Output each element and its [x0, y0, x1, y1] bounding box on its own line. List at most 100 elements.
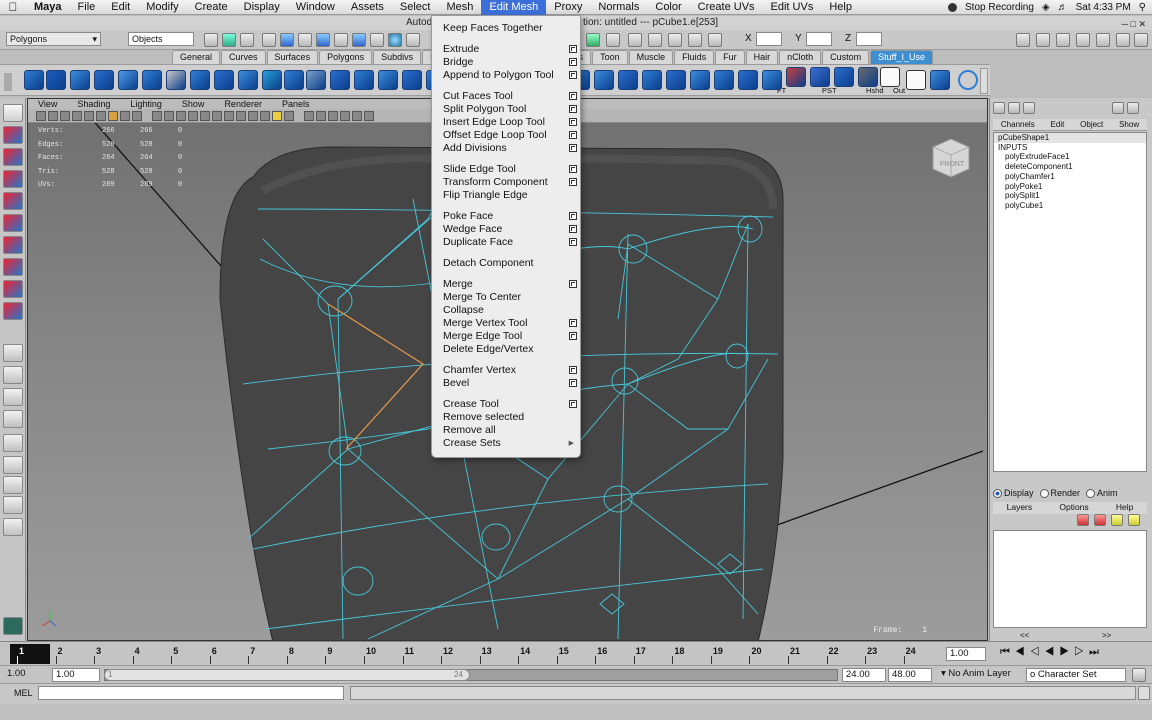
clock[interactable]: Sat 4:33 PM: [1076, 2, 1131, 13]
outliner-icon[interactable]: [1096, 33, 1110, 47]
shelf-tab-polygons[interactable]: Polygons: [319, 50, 373, 64]
center-pivot-icon[interactable]: [810, 67, 830, 87]
layout-custom3-icon[interactable]: [3, 496, 23, 514]
menuitem-merge-vertex-tool[interactable]: Merge Vertex Tool: [432, 317, 580, 330]
new-layer-icon[interactable]: [1077, 514, 1089, 526]
option-box-icon[interactable]: [569, 118, 577, 126]
viewport-tool-24-icon[interactable]: [328, 111, 338, 121]
layer-nav-next[interactable]: >>: [1102, 631, 1111, 640]
character-set-dropdown[interactable]: o Character Set: [1026, 668, 1126, 682]
menuitem-chamfer-vertex[interactable]: Chamfer Vertex: [432, 364, 580, 377]
snap-plane-icon[interactable]: [316, 33, 330, 47]
layer-nav-prev[interactable]: <<: [1020, 631, 1029, 640]
channel-input-node[interactable]: polyPoke1: [994, 182, 1146, 192]
channel-box-icon[interactable]: [1056, 33, 1070, 47]
viewport-tool-18-icon[interactable]: [248, 111, 258, 121]
menuitem-append-to-polygon-tool[interactable]: Append to Polygon Tool: [432, 69, 580, 82]
menuitem-wedge-face[interactable]: Wedge Face: [432, 223, 580, 236]
paint-select-icon[interactable]: [3, 148, 23, 166]
viewport-tool-4-icon[interactable]: [72, 111, 82, 121]
shelf-scrollbar[interactable]: [980, 68, 988, 94]
viewport-menu-view[interactable]: View: [28, 99, 67, 109]
channel-menu-edit[interactable]: Edit: [1051, 119, 1065, 130]
duplicate-face-icon[interactable]: [618, 70, 638, 90]
menuitem-insert-edge-loop-tool[interactable]: Insert Edge Loop Tool: [432, 116, 580, 129]
option-box-icon[interactable]: [569, 144, 577, 152]
viewport-tool-1-icon[interactable]: [36, 111, 46, 121]
menu-mesh[interactable]: Mesh: [438, 0, 481, 15]
mel-label[interactable]: MEL: [14, 688, 33, 698]
sidebar-toggle-icon[interactable]: [586, 33, 600, 47]
shelf-tab-stuff-i-use[interactable]: Stuff_I_Use: [870, 50, 934, 64]
menuitem-bevel[interactable]: Bevel: [432, 377, 580, 390]
viewport-tool-19-icon[interactable]: [260, 111, 270, 121]
viewport-tool-21-icon[interactable]: [284, 111, 294, 121]
option-box-icon[interactable]: [569, 238, 577, 246]
menuitem-delete-edge-vertex[interactable]: Delete Edge/Vertex: [432, 343, 580, 356]
select-hierarchy-icon[interactable]: [204, 33, 218, 47]
hypershade-shelf-icon[interactable]: [930, 70, 950, 90]
menuitem-detach-component[interactable]: Detach Component: [432, 257, 580, 270]
circle-select-icon[interactable]: [958, 70, 978, 90]
append-polygon-icon[interactable]: [94, 70, 114, 90]
playback-end-field[interactable]: 24.00: [842, 668, 886, 682]
freeze-transform-icon[interactable]: [786, 67, 806, 87]
viewport-menu-shading[interactable]: Shading: [67, 99, 120, 109]
single-view-icon[interactable]: [3, 344, 23, 362]
spotlight-search-icon[interactable]: ⚲: [1139, 2, 1146, 13]
menu-app[interactable]: Maya: [26, 0, 70, 15]
crease-icon[interactable]: [714, 70, 734, 90]
harden-edge-icon[interactable]: [284, 70, 304, 90]
layer-list[interactable]: [993, 530, 1147, 628]
relative-transform-icon[interactable]: [628, 33, 642, 47]
separate-icon[interactable]: [142, 70, 162, 90]
channel-input-node[interactable]: deleteComponent1: [994, 162, 1146, 172]
split-polygon-icon[interactable]: [238, 70, 258, 90]
tool-tab-icon[interactable]: [1023, 102, 1035, 114]
layer-menu-layers[interactable]: Layers: [1007, 502, 1033, 514]
viewport-tool-8-icon[interactable]: [120, 111, 130, 121]
last-tool-icon[interactable]: [3, 302, 23, 320]
z-field[interactable]: [856, 32, 882, 46]
viewport-tool-22-icon[interactable]: [304, 111, 314, 121]
anim-end-field[interactable]: 48.00: [888, 668, 932, 682]
option-box-icon[interactable]: [569, 225, 577, 233]
menuitem-cut-faces-tool[interactable]: Cut Faces Tool: [432, 90, 580, 103]
layer-mode-anim[interactable]: Anim: [1086, 488, 1118, 499]
y-field[interactable]: [806, 32, 832, 46]
numeric-input-icon[interactable]: [708, 33, 722, 47]
snap-curve-icon[interactable]: [280, 33, 294, 47]
menuitem-remove-selected[interactable]: Remove selected: [432, 411, 580, 424]
collapse-icon[interactable]: [666, 70, 686, 90]
menuitem-crease-tool[interactable]: Crease Tool: [432, 398, 580, 411]
menuitem-keep-faces-together[interactable]: Keep Faces Together: [432, 22, 580, 35]
menuitem-merge[interactable]: Merge: [432, 278, 580, 291]
apple-icon[interactable]: : [0, 0, 26, 14]
four-view-icon[interactable]: [3, 366, 23, 384]
stop-recording-label[interactable]: Stop Recording: [965, 2, 1034, 13]
history-icon[interactable]: [334, 33, 348, 47]
channel-input-node[interactable]: polyChamfer1: [994, 172, 1146, 182]
menuitem-merge-to-center[interactable]: Merge To Center: [432, 291, 580, 304]
wifi-icon[interactable]: ◈: [1042, 2, 1050, 13]
viewport-tool-13-icon[interactable]: [188, 111, 198, 121]
option-box-icon[interactable]: [569, 45, 577, 53]
shelf-tab-hair[interactable]: Hair: [745, 50, 779, 64]
viewport-tool-11-icon[interactable]: [164, 111, 174, 121]
stop-recording-icon[interactable]: [948, 2, 957, 12]
x-field[interactable]: [756, 32, 782, 46]
playback-buttons[interactable]: ⏮◀◁◀▶▷⏭: [1000, 646, 1104, 659]
persp-graph-icon[interactable]: [3, 410, 23, 428]
menuitem-crease-sets[interactable]: Crease Sets ▶: [432, 437, 580, 450]
create-sphere-icon[interactable]: [402, 70, 422, 90]
render-icon[interactable]: [352, 33, 366, 47]
channel-menu-object[interactable]: Object: [1080, 119, 1103, 130]
viewport-tool-3-icon[interactable]: [60, 111, 70, 121]
select-tool-icon[interactable]: [3, 104, 23, 122]
select-object-icon[interactable]: [222, 33, 236, 47]
option-box-icon[interactable]: [569, 400, 577, 408]
tool-settings-icon[interactable]: [1036, 33, 1050, 47]
shelf-tab-surfaces[interactable]: Surfaces: [266, 50, 319, 64]
viewport-tool-23-icon[interactable]: [316, 111, 326, 121]
menuitem-poke-face[interactable]: Poke Face: [432, 210, 580, 223]
